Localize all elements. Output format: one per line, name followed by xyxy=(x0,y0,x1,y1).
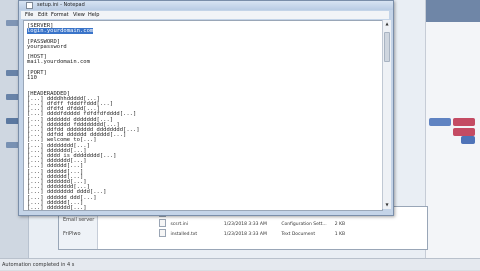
file-name: scsrt.ini xyxy=(170,221,188,227)
right-panel-button[interactable] xyxy=(453,128,475,136)
file-icon xyxy=(159,219,166,227)
window-title: setup.ini - Notepad xyxy=(37,2,85,8)
menu-edit[interactable]: Edit xyxy=(38,12,48,18)
status-bar: Automation completed in 4 s xyxy=(0,258,480,270)
menu-file[interactable]: File xyxy=(25,12,33,18)
file-date: 1/23/2018 3:33 AM xyxy=(223,221,267,227)
nav-item-secondary[interactable]: FriPlwo xyxy=(63,231,81,237)
scrollbar-thumb[interactable] xyxy=(384,32,390,62)
right-panel-button[interactable] xyxy=(461,136,475,144)
right-panel-button[interactable] xyxy=(453,118,475,126)
file-type: Configuration Sett... xyxy=(281,221,327,227)
file-size: 1 KB xyxy=(334,231,346,237)
notepad-app-icon xyxy=(26,2,33,9)
text-line: mail.yourdomain.com xyxy=(27,59,90,66)
file-name: installed.txt xyxy=(170,231,198,237)
text-line: login.yourdomain.com xyxy=(27,28,94,35)
text-line: [...] ddddddd[...] xyxy=(27,205,87,211)
file-icon xyxy=(159,229,166,237)
notepad-titlebar[interactable]: setup.ini - Notepad xyxy=(19,1,393,10)
text-editor-area[interactable]: [SERVER] login.yourdomain.com [PASSWORD] yo… xyxy=(23,20,383,211)
file-row[interactable]: scsrt.ini 1/23/2018 3:33 AM Configuratio… xyxy=(159,219,345,227)
file-date: 1/23/2018 3:33 AM xyxy=(223,231,267,237)
file-size: 2 KB xyxy=(334,221,346,227)
menu-format[interactable]: Format xyxy=(51,12,69,18)
right-panel-header xyxy=(426,0,480,22)
menu-bar: File Edit Format View Help xyxy=(21,11,389,19)
scroll-down-icon[interactable]: ▼ xyxy=(384,202,390,208)
right-panel-button[interactable] xyxy=(429,118,451,126)
vertical-scrollbar[interactable]: ▲ ▼ xyxy=(382,20,391,209)
menu-view[interactable]: View xyxy=(73,12,85,18)
file-type: Text Document xyxy=(281,231,316,237)
nav-item-email-server[interactable]: Email server xyxy=(63,217,94,223)
text-line: 110 xyxy=(27,75,37,81)
background-right-panel xyxy=(425,0,480,270)
text-line: yourpassword xyxy=(27,43,67,50)
file-row[interactable]: installed.txt 1/23/2018 3:33 AM Text Doc… xyxy=(159,229,345,237)
menu-help[interactable]: Help xyxy=(88,12,99,18)
notepad-window: setup.ini - Notepad File Edit Format Vie… xyxy=(18,0,394,216)
scroll-up-icon[interactable]: ▲ xyxy=(384,21,390,27)
